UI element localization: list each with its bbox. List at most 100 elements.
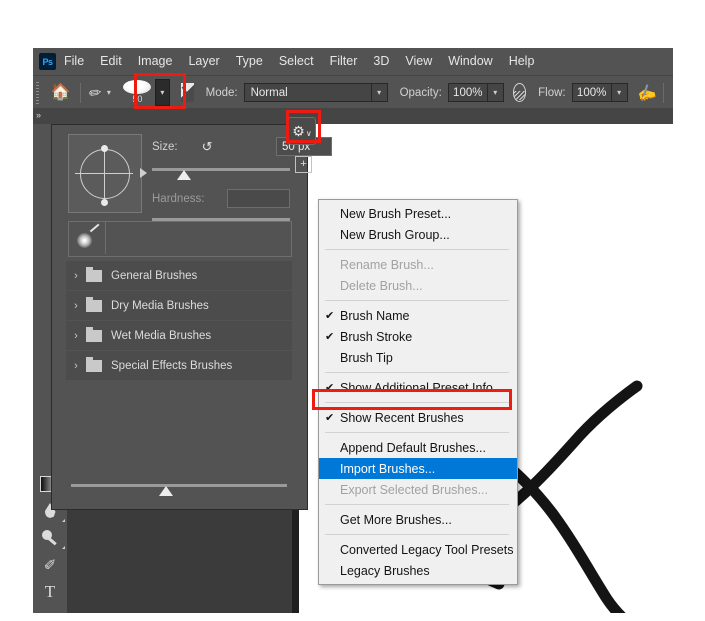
- pen-tool-icon[interactable]: ✐: [33, 551, 67, 578]
- new-brush-button[interactable]: +: [295, 156, 312, 173]
- brush-group-row[interactable]: › General Brushes: [66, 261, 292, 291]
- menu-option-converted-legacy-tool-presets[interactable]: ✔ Converted Legacy Tool Presets: [319, 539, 517, 560]
- menu-option-append-default-brushes[interactable]: ✔ Append Default Brushes...: [319, 437, 517, 458]
- check-icon: ✔: [325, 543, 340, 556]
- menu-option-brush-stroke[interactable]: ✔ Brush Stroke: [319, 326, 517, 347]
- home-icon[interactable]: 🏠: [51, 84, 71, 101]
- menu-item-view[interactable]: View: [397, 48, 440, 75]
- menu-separator: [325, 300, 509, 301]
- check-icon: ✔: [325, 564, 340, 577]
- menu-option-legacy-brushes[interactable]: ✔ Legacy Brushes: [319, 560, 517, 581]
- chevron-right-icon[interactable]: ›: [66, 300, 86, 312]
- menu-option-show-recent-brushes[interactable]: ✔ Show Recent Brushes: [319, 407, 517, 428]
- menu-option-label: Rename Brush...: [340, 257, 434, 272]
- menu-item-file[interactable]: File: [56, 48, 92, 75]
- brush-panel-top: Size: ↺ 50 px Hardness:: [52, 125, 332, 221]
- blend-mode-chevron-down-icon[interactable]: ▾: [371, 83, 388, 102]
- opacity-chevron-down-icon[interactable]: ▾: [487, 83, 504, 102]
- menu-option-new-brush-group[interactable]: ✔ New Brush Group...: [319, 224, 517, 245]
- divider: [663, 82, 664, 103]
- brush-size-slider[interactable]: [152, 168, 290, 171]
- menu-separator: [325, 534, 509, 535]
- brush-group-row[interactable]: › Special Effects Brushes: [66, 351, 292, 381]
- menu-option-export-selected-brushes: ✔ Export Selected Brushes...: [319, 479, 517, 500]
- menu-option-label: Brush Tip: [340, 350, 393, 365]
- menu-option-get-more-brushes[interactable]: ✔ Get More Brushes...: [319, 509, 517, 530]
- check-icon: ✔: [325, 441, 340, 454]
- menu-option-new-brush-preset[interactable]: ✔ New Brush Preset...: [319, 203, 517, 224]
- menu-option-brush-tip[interactable]: ✔ Brush Tip: [319, 347, 517, 368]
- menu-item-filter[interactable]: Filter: [322, 48, 366, 75]
- brush-preset-panel: Size: ↺ 50 px Hardness: › General Brushe…: [51, 124, 332, 510]
- menu-option-label: Get More Brushes...: [340, 512, 452, 527]
- check-icon: ✔: [325, 412, 335, 424]
- check-icon: ✔: [325, 462, 340, 475]
- menu-separator: [325, 249, 509, 250]
- expand-panels-icon[interactable]: »: [36, 110, 41, 120]
- menu-item-select[interactable]: Select: [271, 48, 322, 75]
- menu-item-edit[interactable]: Edit: [92, 48, 130, 75]
- menu-option-label: Brush Stroke: [340, 329, 413, 344]
- brush-group-row[interactable]: › Dry Media Brushes: [66, 291, 292, 321]
- type-tool-icon[interactable]: T: [33, 578, 67, 605]
- options-bar-grip[interactable]: [36, 81, 39, 104]
- menu-option-label: Delete Brush...: [340, 278, 423, 293]
- menu-item-3d[interactable]: 3D: [365, 48, 397, 75]
- opacity-input[interactable]: 100%: [447, 83, 488, 102]
- menu-item-type[interactable]: Type: [228, 48, 271, 75]
- chevron-down-icon[interactable]: ▾: [107, 88, 111, 97]
- brush-group-list: › General Brushes › Dry Media Brushes › …: [66, 261, 292, 497]
- menu-option-label: New Brush Preset...: [340, 206, 452, 221]
- gear-button-callout: [286, 110, 321, 143]
- menu-item-layer[interactable]: Layer: [180, 48, 227, 75]
- menu-item-image[interactable]: Image: [130, 48, 181, 75]
- brush-thumbnail-size-slider[interactable]: [71, 484, 287, 487]
- menu-option-label: Converted Legacy Tool Presets: [340, 542, 514, 557]
- brush-group-label: Special Effects Brushes: [111, 359, 233, 372]
- check-icon: ✔: [325, 351, 340, 364]
- mode-label: Mode:: [205, 86, 238, 99]
- brush-angle-control[interactable]: [68, 134, 147, 213]
- brush-tool-icon[interactable]: ✏: [88, 83, 103, 103]
- chevron-right-icon[interactable]: ›: [66, 360, 86, 372]
- brush-thumbnail-size-handle[interactable]: [159, 486, 173, 496]
- document-tab-strip: »: [33, 108, 673, 124]
- hardness-label: Hardness:: [152, 193, 205, 205]
- menu-separator: [325, 504, 509, 505]
- menu-separator: [325, 372, 509, 373]
- folder-icon: [86, 356, 102, 372]
- check-icon: ✔: [325, 310, 335, 322]
- airbrush-icon[interactable]: ✍: [634, 81, 658, 104]
- brush-group-row[interactable]: › Wet Media Brushes: [66, 321, 292, 351]
- brush-panel-footer: [66, 479, 292, 503]
- menu-option-label: Brush Name: [340, 308, 410, 323]
- chevron-right-icon[interactable]: ›: [66, 270, 86, 282]
- menu-item-window[interactable]: Window: [440, 48, 500, 75]
- brush-group-label: Wet Media Brushes: [111, 329, 212, 342]
- check-icon: ✔: [325, 258, 340, 271]
- menu-option-brush-name[interactable]: ✔ Brush Name: [319, 305, 517, 326]
- check-icon: ✔: [325, 483, 340, 496]
- menu-option-label: Show Recent Brushes: [340, 410, 464, 425]
- recent-brush-thumbnail[interactable]: [69, 222, 106, 254]
- brush-group-label: Dry Media Brushes: [111, 299, 209, 312]
- blend-mode-select[interactable]: Normal: [243, 83, 372, 102]
- menu-option-label: Import Brushes...: [340, 461, 436, 476]
- reset-icon[interactable]: ↺: [202, 139, 213, 155]
- pressure-opacity-icon[interactable]: [512, 83, 527, 102]
- options-bar: 🏠 ✏ ▾ 50 ▾ Mode: Normal ▾ Opacity: 100% …: [33, 75, 673, 109]
- flow-input[interactable]: 100%: [571, 83, 612, 102]
- menu-option-label: Export Selected Brushes...: [340, 482, 488, 497]
- brush-size-slider-handle[interactable]: [177, 170, 191, 180]
- menu-option-label: Append Default Brushes...: [340, 440, 486, 455]
- brush-preset-callout: [134, 73, 186, 109]
- dodge-tool-icon[interactable]: [33, 524, 67, 551]
- menu-option-import-brushes[interactable]: ✔ Import Brushes...: [319, 458, 517, 479]
- menu-item-help[interactable]: Help: [501, 48, 543, 75]
- flow-chevron-down-icon[interactable]: ▾: [611, 83, 628, 102]
- chevron-right-icon[interactable]: ›: [66, 330, 86, 342]
- check-icon: ✔: [325, 513, 340, 526]
- menu-separator: [325, 432, 509, 433]
- size-label: Size:: [152, 141, 178, 153]
- brush-hardness-input[interactable]: [227, 189, 290, 208]
